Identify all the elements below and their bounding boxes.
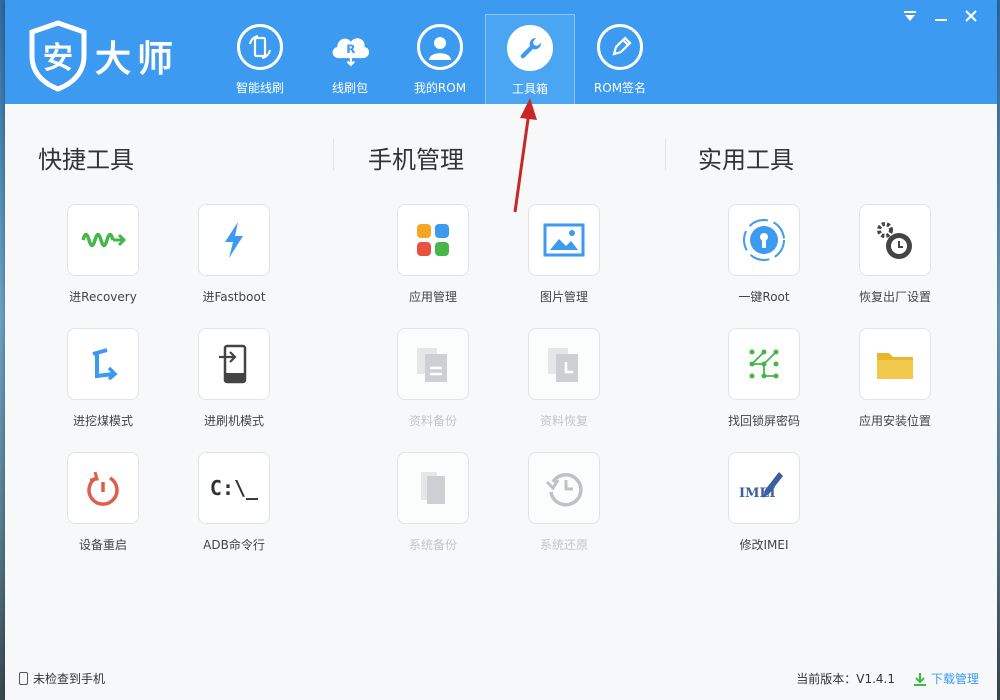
tool-label: 系统备份 xyxy=(408,538,457,552)
logo-char: 安 xyxy=(43,41,73,76)
tool-flash-mode[interactable]: 进刷机模式 xyxy=(179,328,289,438)
tool-label: 一键Root xyxy=(738,290,790,304)
tool-label: 资料恢复 xyxy=(539,414,588,428)
terminal-icon: C:\_ xyxy=(198,452,270,524)
lightning-icon xyxy=(198,204,270,276)
tool-data-backup[interactable]: 资料备份 xyxy=(378,328,488,438)
tool-picture-manager[interactable]: 图片管理 xyxy=(509,204,619,314)
nav-smart-flash[interactable]: 智能线刷 xyxy=(215,14,305,104)
tool-label: 找回锁屏密码 xyxy=(727,414,800,428)
adb-glyph: C:\_ xyxy=(209,476,259,500)
version-text: 当前版本：V1.4.1 xyxy=(796,672,895,686)
section-divider xyxy=(333,138,334,170)
tool-system-restore[interactable]: 系统还原 xyxy=(509,452,619,562)
pattern-lock-icon xyxy=(728,328,800,400)
download-manager-button[interactable]: 下载管理 xyxy=(913,670,979,687)
minimize-icon[interactable] xyxy=(930,6,952,26)
download-manager-label: 下载管理 xyxy=(930,672,979,686)
phone-refresh-icon xyxy=(237,24,283,70)
gears-clock-icon xyxy=(859,204,931,276)
history-icon xyxy=(528,452,600,524)
tool-label: 进挖煤模式 xyxy=(72,414,133,428)
device-status: 未检查到手机 xyxy=(19,670,105,687)
phone-icon xyxy=(19,672,28,685)
section-title-util: 实用工具 xyxy=(698,146,794,174)
nav-label: 工具箱 xyxy=(511,82,548,96)
device-status-text: 未检查到手机 xyxy=(33,672,106,686)
tool-label: 系统还原 xyxy=(539,538,588,552)
tool-label: 图片管理 xyxy=(539,290,588,304)
tool-one-click-root[interactable]: 一键Root xyxy=(709,204,819,314)
tool-reboot[interactable]: 设备重启 xyxy=(48,452,158,562)
tool-app-install-location[interactable]: 应用安装位置 xyxy=(840,328,950,438)
tool-recovery[interactable]: 进Recovery xyxy=(48,204,158,314)
tool-app-manager[interactable]: 应用管理 xyxy=(378,204,488,314)
tool-label: 进Fastboot xyxy=(202,290,266,304)
imei-pen-icon: IMEI xyxy=(728,452,800,524)
section-divider xyxy=(665,138,666,170)
nav-toolbox[interactable]: 工具箱 xyxy=(485,14,575,104)
tool-label: 恢复出厂设置 xyxy=(858,290,931,304)
folder-icon xyxy=(859,328,931,400)
menu-dropdown-icon[interactable] xyxy=(899,6,921,26)
close-icon[interactable] xyxy=(960,6,982,26)
nav-label: 智能线刷 xyxy=(235,81,284,95)
app-grid-icon xyxy=(397,204,469,276)
tool-factory-reset[interactable]: 恢复出厂设置 xyxy=(840,204,950,314)
restart-icon xyxy=(67,452,139,524)
nav-label: ROM签名 xyxy=(593,81,647,95)
wrench-icon xyxy=(507,25,553,71)
tool-system-backup[interactable]: 系统备份 xyxy=(378,452,488,562)
user-icon xyxy=(417,24,463,70)
shield-logo-icon: 安 xyxy=(27,20,89,92)
section-title-quick: 快捷工具 xyxy=(38,146,134,174)
tool-label: 资料备份 xyxy=(408,414,457,428)
nav-my-rom[interactable]: 我的ROM xyxy=(395,14,485,104)
logo-text: 大师 xyxy=(95,39,180,80)
tool-label: 应用安装位置 xyxy=(858,414,931,428)
tool-data-restore[interactable]: 资料恢复 xyxy=(509,328,619,438)
copy-icon xyxy=(397,452,469,524)
header-bar: 安 大师 智能线刷 R 线刷包 我的ROM 工具箱 ROM签名 xyxy=(5,0,997,104)
recovery-wave-icon xyxy=(67,204,139,276)
app-window: 安 大师 智能线刷 R 线刷包 我的ROM 工具箱 ROM签名 快捷工具 手机管… xyxy=(5,0,997,700)
tool-adb[interactable]: C:\_ ADB命令行 xyxy=(179,452,289,562)
cloud-r-icon: R xyxy=(327,24,373,70)
phone-enter-icon xyxy=(198,328,270,400)
tool-fastboot[interactable]: 进Fastboot xyxy=(179,204,289,314)
app-logo: 安 大师 xyxy=(27,18,197,94)
document-icon xyxy=(397,328,469,400)
tool-dig-mode[interactable]: 进挖煤模式 xyxy=(48,328,158,438)
tool-label: ADB命令行 xyxy=(203,538,265,552)
tool-label: 修改IMEI xyxy=(739,538,789,552)
picture-icon xyxy=(528,204,600,276)
pen-icon xyxy=(597,24,643,70)
tool-label: 设备重启 xyxy=(78,538,127,552)
section-title-phone: 手机管理 xyxy=(368,146,464,174)
svg-text:R: R xyxy=(346,42,355,56)
nav-flash-package[interactable]: R 线刷包 xyxy=(305,14,395,104)
top-nav: 智能线刷 R 线刷包 我的ROM 工具箱 ROM签名 xyxy=(215,14,665,104)
tool-label: 进Recovery xyxy=(69,290,137,304)
nav-label: 线刷包 xyxy=(331,81,368,95)
tool-modify-imei[interactable]: IMEI 修改IMEI xyxy=(709,452,819,562)
nav-label: 我的ROM xyxy=(413,81,467,95)
nav-rom-sign[interactable]: ROM签名 xyxy=(575,14,665,104)
keyhole-icon xyxy=(728,204,800,276)
document-clock-icon xyxy=(528,328,600,400)
tool-label: 进刷机模式 xyxy=(203,414,264,428)
status-right: 当前版本：V1.4.1 下载管理 xyxy=(796,670,979,687)
download-icon xyxy=(913,672,926,686)
dig-arrow-icon xyxy=(67,328,139,400)
tool-label: 应用管理 xyxy=(408,290,457,304)
tool-recover-lock-password[interactable]: 找回锁屏密码 xyxy=(709,328,819,438)
